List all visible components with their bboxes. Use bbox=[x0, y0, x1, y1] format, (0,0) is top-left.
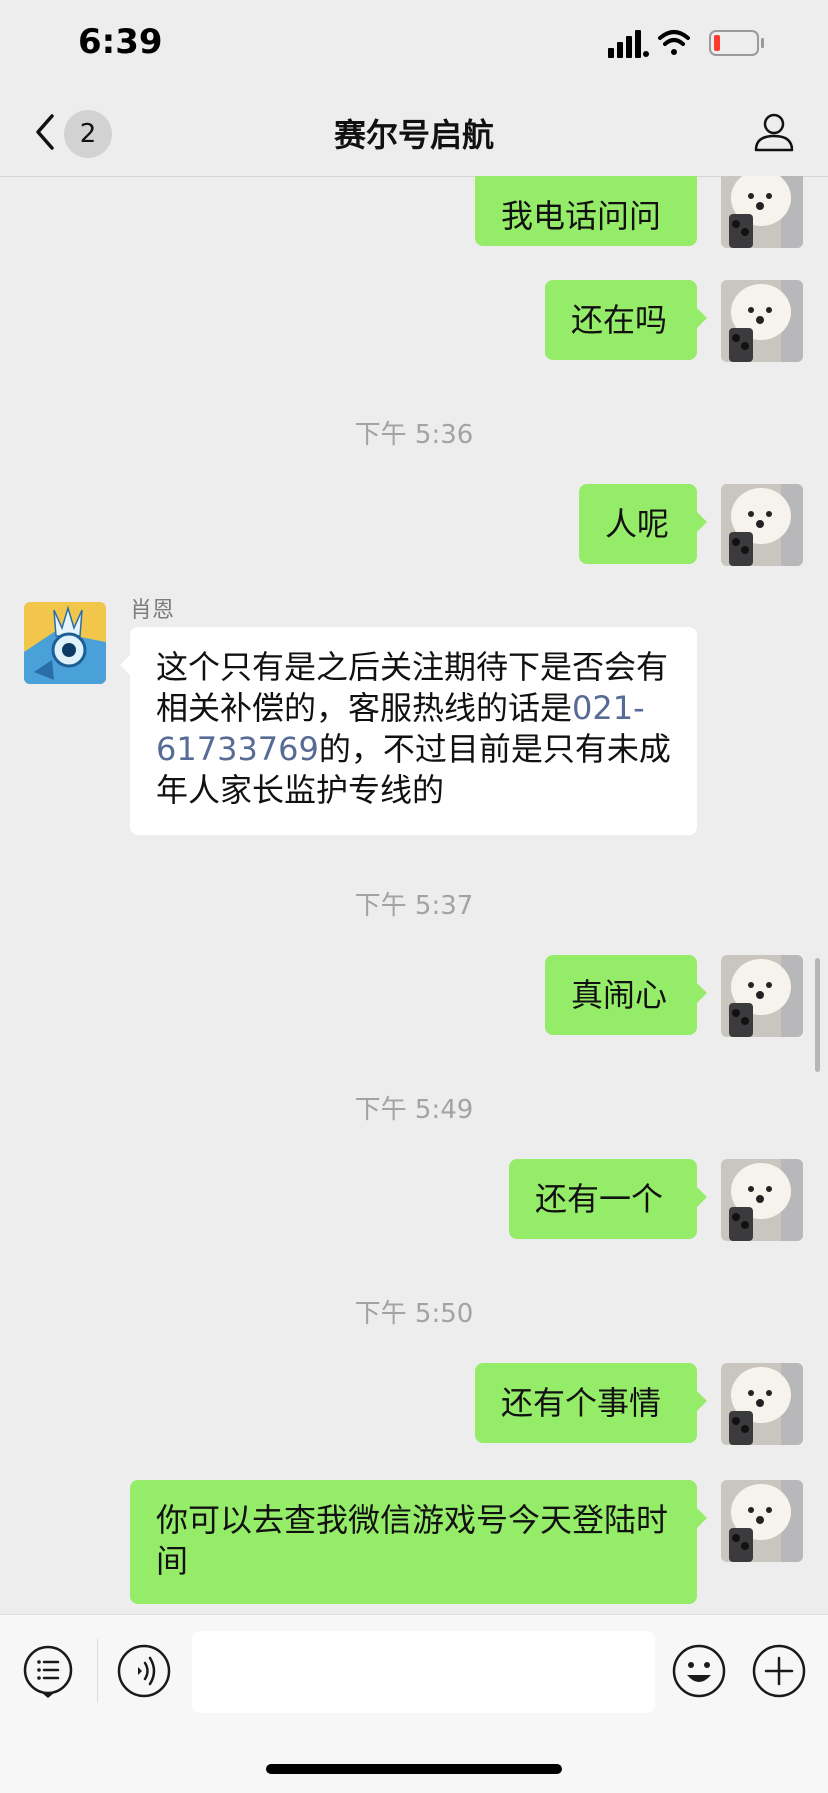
my-avatar[interactable] bbox=[721, 955, 803, 1037]
my-message-bubble[interactable]: 你可以去查我微信游戏号今天登陆时间 bbox=[130, 1480, 707, 1604]
message-text: 你可以去查我微信游戏号今天登陆时间 bbox=[156, 1501, 669, 1580]
my-avatar[interactable] bbox=[721, 484, 803, 566]
status-time: 6:39 bbox=[78, 22, 163, 62]
message-text: 还有一个 bbox=[535, 1180, 664, 1218]
plus-icon[interactable] bbox=[751, 1643, 807, 1699]
status-icons bbox=[608, 30, 764, 58]
sender-name: 肖恩 bbox=[130, 598, 175, 623]
my-message-bubble[interactable]: 还在吗 bbox=[545, 280, 707, 360]
chat-header: 2 赛尔号启航 bbox=[0, 88, 828, 177]
my-avatar[interactable] bbox=[721, 1480, 803, 1562]
chat-title: 赛尔号启航 bbox=[333, 116, 494, 154]
profile-icon[interactable] bbox=[752, 110, 796, 154]
dog-avatar-icon bbox=[721, 1159, 803, 1241]
message-text: 人呢 bbox=[605, 505, 670, 543]
sender-avatar[interactable] bbox=[24, 602, 106, 684]
message-timestamp: 下午 5:36 bbox=[354, 420, 474, 450]
my-message-bubble[interactable]: 人呢 bbox=[579, 484, 707, 564]
dog-avatar-icon bbox=[721, 955, 803, 1037]
toolbar-divider bbox=[97, 1639, 98, 1703]
dog-avatar-icon bbox=[721, 176, 803, 248]
message-text: 真闹心 bbox=[571, 976, 668, 1014]
message-text: 还有个事情 bbox=[501, 1384, 662, 1422]
my-avatar[interactable] bbox=[721, 1159, 803, 1241]
wifi-icon bbox=[658, 30, 690, 55]
message-text: 我电话问问 bbox=[501, 197, 662, 235]
my-avatar[interactable] bbox=[721, 280, 803, 362]
status-bar: 6:39 bbox=[0, 0, 828, 88]
message-timestamp: 下午 5:49 bbox=[354, 1095, 474, 1125]
dog-avatar-icon bbox=[721, 484, 803, 566]
message-list[interactable]: 我电话问问 还在吗 下午 5:36 人呢 肖恩 这个只有是之后关注期待下是否会有… bbox=[0, 176, 828, 1614]
voice-icon[interactable] bbox=[116, 1643, 172, 1699]
emoji-icon[interactable] bbox=[671, 1643, 727, 1699]
my-message-bubble[interactable]: 还有个事情 bbox=[475, 1363, 707, 1443]
message-input[interactable] bbox=[192, 1631, 655, 1713]
dog-avatar-icon bbox=[721, 280, 803, 362]
home-indicator[interactable] bbox=[266, 1764, 562, 1774]
my-avatar[interactable] bbox=[721, 176, 803, 248]
dog-avatar-icon bbox=[721, 1363, 803, 1445]
menu-list-icon[interactable] bbox=[20, 1643, 76, 1699]
battery-icon bbox=[709, 30, 764, 56]
dog-avatar-icon bbox=[721, 1480, 803, 1562]
my-message-bubble[interactable]: 真闹心 bbox=[545, 955, 707, 1035]
message-text: 还在吗 bbox=[571, 301, 668, 339]
message-timestamp: 下午 5:50 bbox=[354, 1299, 474, 1329]
message-timestamp: 下午 5:37 bbox=[354, 891, 474, 921]
my-message-bubble[interactable]: 还有一个 bbox=[509, 1159, 707, 1239]
signal-icon bbox=[608, 30, 649, 58]
incoming-message-bubble[interactable]: 这个只有是之后关注期待下是否会有相关补偿的，客服热线的话是021-6173376… bbox=[120, 627, 697, 835]
my-message-bubble[interactable]: 我电话问问 bbox=[475, 176, 697, 246]
scrollbar[interactable] bbox=[815, 958, 820, 1072]
robot-avatar-icon bbox=[24, 602, 106, 684]
my-avatar[interactable] bbox=[721, 1363, 803, 1445]
